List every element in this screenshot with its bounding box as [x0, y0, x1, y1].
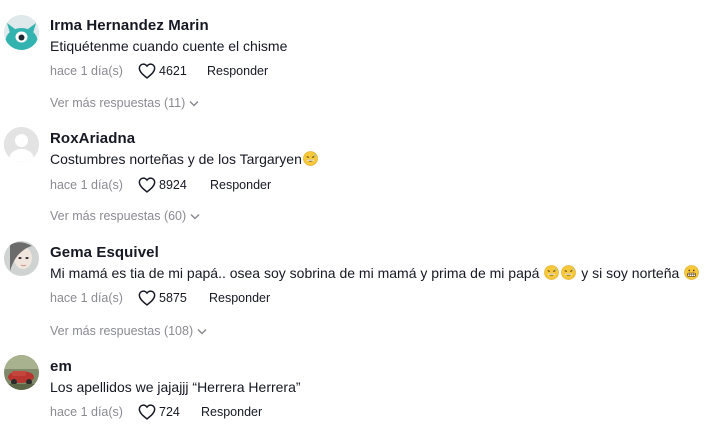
- comment-text: Costumbres norteñas y de los Targaryen: [50, 150, 319, 168]
- like-count: 5875: [159, 291, 187, 305]
- grimacing-emoji-icon: [684, 265, 699, 280]
- timestamp: hace 1 día(s): [50, 405, 123, 419]
- comment-text-content: Costumbres norteñas y de los Targaryen: [50, 151, 302, 167]
- view-more-replies-button[interactable]: Ver más respuestas (60): [50, 208, 200, 224]
- chevron-down-icon: [190, 214, 200, 220]
- avatar[interactable]: [4, 15, 39, 50]
- username[interactable]: Gema Esquivel: [50, 244, 159, 262]
- reply-button[interactable]: Responder: [210, 176, 271, 194]
- view-more-replies-button[interactable]: Ver más respuestas (11): [50, 95, 199, 111]
- grinning-sweat-emoji-icon: [303, 151, 318, 166]
- photo-avatar-icon: [4, 241, 39, 276]
- avatar[interactable]: [4, 355, 39, 390]
- username[interactable]: em: [50, 358, 72, 376]
- reply-button[interactable]: Responder: [207, 62, 268, 80]
- view-more-replies-button[interactable]: Ver más respuestas (108): [50, 323, 207, 339]
- reply-button[interactable]: Responder: [201, 403, 262, 421]
- chevron-down-icon: [197, 329, 207, 335]
- comment-text-content: y si soy norteña: [581, 265, 680, 281]
- chevron-down-icon: [189, 101, 199, 107]
- photo-avatar-icon: [4, 355, 39, 390]
- comment-text: Los apellidos we jajajjj “Herrera Herrer…: [50, 379, 301, 395]
- heart-icon[interactable]: [138, 177, 156, 193]
- avatar[interactable]: [4, 127, 39, 162]
- timestamp: hace 1 día(s): [50, 291, 123, 305]
- heart-icon[interactable]: [138, 404, 156, 420]
- teal-creature-avatar-icon: [4, 15, 39, 50]
- grinning-sweat-emoji-icon: [561, 265, 577, 280]
- grinning-sweat-emoji-icon: [544, 265, 560, 280]
- timestamp: hace 1 día(s): [50, 64, 123, 78]
- timestamp: hace 1 día(s): [50, 178, 123, 192]
- view-more-replies-label: Ver más respuestas (11): [50, 96, 186, 110]
- username[interactable]: RoxAriadna: [50, 130, 135, 148]
- comment-text: Mi mamá es tia de mi papá.. osea soy sob…: [50, 264, 700, 282]
- default-user-avatar-icon: [4, 127, 39, 162]
- heart-icon[interactable]: [138, 63, 156, 79]
- avatar[interactable]: [4, 241, 39, 276]
- comment-text-content: Mi mamá es tia de mi papá.. osea soy sob…: [50, 265, 540, 281]
- heart-icon[interactable]: [138, 290, 156, 306]
- view-more-replies-label: Ver más respuestas (60): [50, 209, 187, 223]
- comment-text: Etiquétenme cuando cuente el chisme: [50, 38, 288, 54]
- view-more-replies-label: Ver más respuestas (108): [50, 324, 194, 338]
- reply-button[interactable]: Responder: [209, 289, 270, 307]
- like-count: 8924: [159, 178, 187, 192]
- username[interactable]: Irma Hernandez Marin: [50, 17, 209, 35]
- like-count: 724: [159, 405, 180, 419]
- like-count: 4621: [159, 64, 187, 78]
